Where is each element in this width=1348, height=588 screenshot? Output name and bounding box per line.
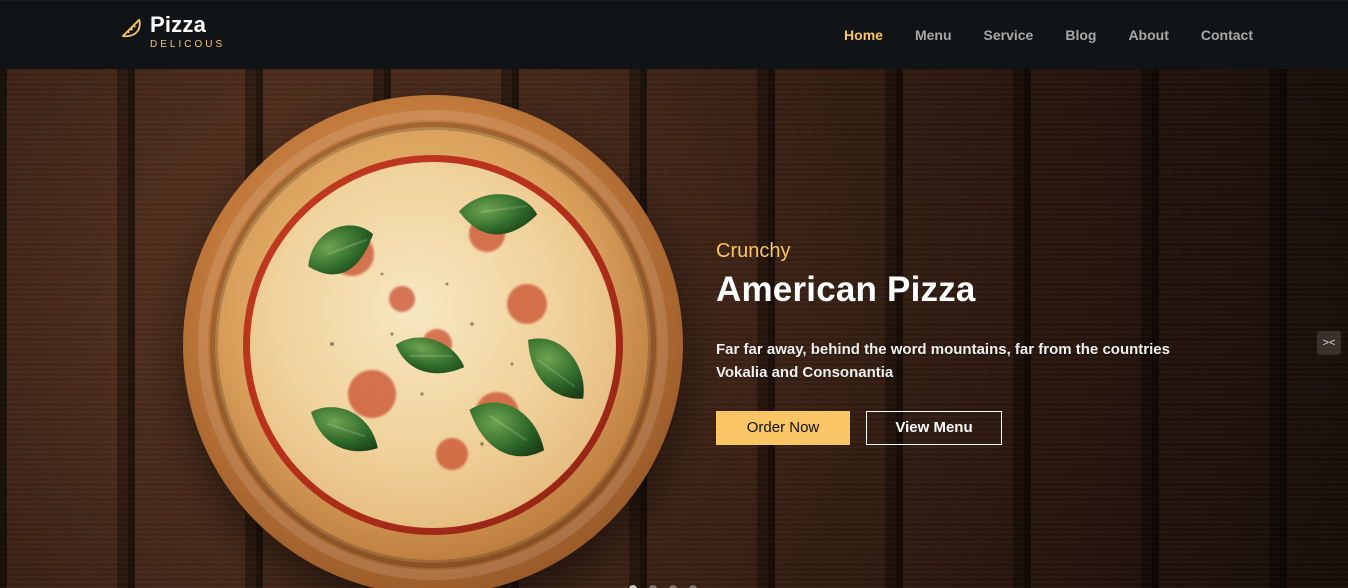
order-now-button[interactable]: Order Now [716,410,850,445]
pizza-illustration [183,95,683,588]
view-menu-button[interactable]: View Menu [866,410,1002,445]
brand-text: Pizza DELICOUS [150,14,225,50]
pizza-slice-icon [121,18,141,38]
side-control-button[interactable]: >< [1317,331,1341,355]
nav-menu[interactable]: Menu [915,21,952,49]
hero-banner: Crunchy American Pizza Far far away, beh… [0,69,1348,588]
brand-title: Pizza [150,12,207,37]
hero-cta-group: Order Now View Menu [716,410,1236,445]
code-arrows-icon: >< [1322,337,1336,349]
nav-contact[interactable]: Contact [1201,21,1253,49]
top-navbar: Pizza DELICOUS Home Menu Service Blog Ab… [0,0,1348,69]
hero-text-block: Crunchy American Pizza Far far away, beh… [716,240,1236,445]
brand-logo[interactable]: Pizza DELICOUS [118,14,228,54]
hero-subheading: Crunchy [716,240,791,262]
nav-service[interactable]: Service [984,21,1034,49]
nav-about[interactable]: About [1128,21,1168,49]
hero-description: Far far away, behind the word mountains,… [716,341,1170,382]
brand-subtitle: DELICOUS [150,39,226,50]
hero-pizza-image [182,94,684,588]
hero-headline: American Pizza [716,270,976,309]
main-navigation: Home Menu Service Blog About Contact [844,0,1253,69]
nav-home[interactable]: Home [844,21,883,49]
nav-blog[interactable]: Blog [1065,21,1096,49]
